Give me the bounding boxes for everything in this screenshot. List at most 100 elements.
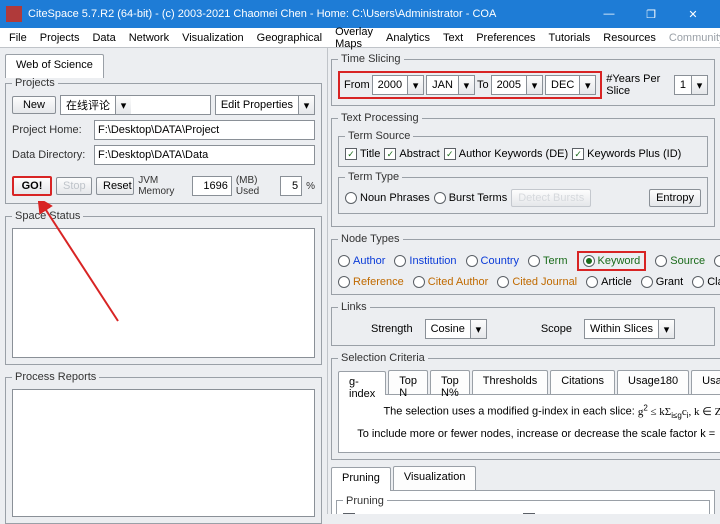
maximize-button[interactable]: ❐ (630, 0, 672, 28)
menu-text[interactable]: Text (438, 32, 468, 44)
menu-file[interactable]: File (4, 32, 32, 44)
menu-data[interactable]: Data (87, 32, 120, 44)
to-month-select[interactable]: DEC▾ (545, 75, 596, 95)
term-type-legend: Term Type (345, 171, 402, 183)
data-directory-field[interactable] (94, 145, 315, 165)
space-status-group: Space Status (5, 210, 322, 365)
chevron-down-icon: ▾ (298, 96, 314, 114)
pruning-legend: Pruning (343, 495, 387, 507)
keywords-plus-check[interactable]: Keywords Plus (ID) (572, 148, 681, 160)
tab-usage2013[interactable]: Usage2013 (691, 370, 720, 394)
tab-web-of-science[interactable]: Web of Science (5, 54, 104, 78)
to-year-select[interactable]: 2005▾ (491, 75, 543, 95)
source-radio[interactable]: Source (655, 255, 705, 267)
cited-author-radio[interactable]: Cited Author (413, 276, 489, 288)
new-button[interactable]: New (12, 96, 56, 114)
strength-select[interactable]: Cosine▾ (425, 319, 487, 339)
term-type-group: Term Type Noun Phrases Burst Terms Detec… (338, 171, 708, 214)
menu-projects[interactable]: Projects (35, 32, 85, 44)
article-radio[interactable]: Article (586, 276, 632, 288)
project-combo[interactable]: 在线评论 ▾ (60, 95, 211, 115)
strength-label: Strength (371, 323, 413, 335)
edit-properties-button[interactable]: Edit Properties ▾ (215, 95, 315, 115)
author-keywords-check[interactable]: Author Keywords (DE) (444, 148, 568, 160)
project-home-label: Project Home: (12, 124, 90, 136)
noun-phrases-radio[interactable]: Noun Phrases (345, 192, 430, 204)
from-month-select[interactable]: JAN▾ (426, 75, 475, 95)
space-status-list[interactable] (12, 228, 315, 358)
percent-sign: % (306, 181, 315, 192)
stop-button: Stop (56, 177, 92, 195)
menu-tutorials[interactable]: Tutorials (544, 32, 596, 44)
menu-network[interactable]: Network (124, 32, 174, 44)
process-reports-list[interactable] (12, 389, 315, 517)
projects-legend: Projects (12, 77, 58, 89)
tab-pruning[interactable]: Pruning (331, 467, 391, 491)
from-year-select[interactable]: 2000▾ (372, 75, 424, 95)
jvm-unit: (MB) Used (236, 175, 276, 197)
reset-button[interactable]: Reset (96, 177, 134, 195)
tab-usage180[interactable]: Usage180 (617, 370, 689, 394)
country-radio[interactable]: Country (466, 255, 520, 267)
text-processing-legend: Text Processing (338, 112, 422, 124)
menu-overlay-maps[interactable]: Overlay Maps (330, 26, 378, 50)
category-radio[interactable]: Category (714, 255, 720, 267)
claim-radio[interactable]: Claim (692, 276, 720, 288)
jvm-percent-field (280, 176, 302, 196)
selection-text-1: The selection uses a modified g-index in… (383, 406, 637, 418)
links-legend: Links (338, 301, 370, 313)
time-slicing-legend: Time Slicing (338, 53, 404, 65)
abstract-check[interactable]: Abstract (384, 148, 439, 160)
project-value: 在线评论 (61, 97, 115, 113)
node-types-group: Node Types Author Institution Country Te… (331, 233, 720, 295)
jvm-memory-field (192, 176, 232, 196)
tab-top-n-pct[interactable]: Top N% (430, 370, 470, 394)
menu-preferences[interactable]: Preferences (471, 32, 540, 44)
menu-geographical[interactable]: Geographical (252, 32, 327, 44)
entropy-button[interactable]: Entropy (649, 189, 701, 207)
from-label: From (344, 79, 370, 91)
node-types-legend: Node Types (338, 233, 403, 245)
tab-g-index[interactable]: g-index (338, 371, 386, 395)
keyword-highlight: Keyword (577, 251, 647, 271)
pruning-group: Pruning Pathfinder Minimum Spanning Tree… (336, 495, 710, 514)
project-home-field[interactable] (94, 120, 315, 140)
jvm-label: JVM Memory (138, 175, 188, 197)
data-directory-label: Data Directory: (12, 149, 90, 161)
keyword-radio[interactable]: Keyword (583, 255, 641, 267)
go-button[interactable]: GO! (12, 176, 52, 196)
years-per-slice-select[interactable]: 1▾ (674, 75, 708, 95)
menu-community: Community (664, 32, 720, 44)
menu-visualization[interactable]: Visualization (177, 32, 249, 44)
window-title: CiteSpace 5.7.R2 (64-bit) - (c) 2003-202… (28, 8, 588, 20)
selection-tab-body: The selection uses a modified g-index in… (338, 394, 720, 453)
scope-select[interactable]: Within Slices▾ (584, 319, 675, 339)
term-radio[interactable]: Term (528, 255, 567, 267)
title-check[interactable]: Title (345, 148, 380, 160)
projects-group: Projects New 在线评论 ▾ Edit Properties ▾ Pr… (5, 77, 322, 204)
term-source-group: Term Source Title Abstract Author Keywor… (338, 130, 708, 167)
space-status-legend: Space Status (12, 210, 83, 222)
detect-bursts-button: Detect Bursts (511, 189, 591, 207)
minimize-button[interactable]: — (588, 0, 630, 28)
term-source-legend: Term Source (345, 130, 413, 142)
burst-terms-radio[interactable]: Burst Terms (434, 192, 507, 204)
cited-journal-radio[interactable]: Cited Journal (497, 276, 577, 288)
text-processing-group: Text Processing Term Source Title Abstra… (331, 112, 715, 227)
reference-radio[interactable]: Reference (338, 276, 404, 288)
tab-top-n[interactable]: Top N (388, 370, 428, 394)
menu-bar: File Projects Data Network Visualization… (0, 28, 720, 48)
menu-resources[interactable]: Resources (598, 32, 661, 44)
institution-radio[interactable]: Institution (394, 255, 456, 267)
menu-analytics[interactable]: Analytics (381, 32, 435, 44)
author-radio[interactable]: Author (338, 255, 385, 267)
time-range-highlight: From 2000▾ JAN▾ To 2005▾ DEC▾ (338, 71, 602, 99)
tab-citations[interactable]: Citations (550, 370, 615, 394)
tab-visualization[interactable]: Visualization (393, 466, 477, 490)
close-button[interactable]: ✕ (672, 0, 714, 28)
app-icon (6, 6, 22, 22)
grant-radio[interactable]: Grant (641, 276, 684, 288)
tab-thresholds[interactable]: Thresholds (472, 370, 548, 394)
chevron-down-icon: ▾ (115, 96, 131, 114)
time-slicing-group: Time Slicing From 2000▾ JAN▾ To 2005▾ DE… (331, 53, 715, 106)
